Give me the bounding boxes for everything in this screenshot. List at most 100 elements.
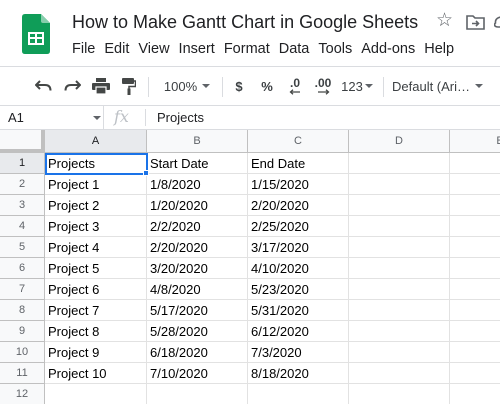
- cell-e9[interactable]: [450, 321, 500, 342]
- cell-a12[interactable]: [45, 384, 147, 404]
- cell-d11[interactable]: [349, 363, 450, 384]
- column-header-b[interactable]: B: [147, 130, 248, 153]
- menu-format[interactable]: Format: [224, 41, 279, 57]
- cell-a6[interactable]: Project 5: [45, 258, 147, 279]
- cell-e10[interactable]: [450, 342, 500, 363]
- row-header-2[interactable]: 2: [0, 174, 45, 195]
- menu-add-ons[interactable]: Add-ons: [361, 41, 424, 57]
- menu-insert[interactable]: Insert: [179, 41, 224, 57]
- star-icon[interactable]: ☆: [436, 11, 453, 30]
- cell-d8[interactable]: [349, 300, 450, 321]
- select-all-corner[interactable]: [0, 130, 45, 153]
- zoom-select[interactable]: 100%: [156, 67, 218, 105]
- cell-b10[interactable]: 6/18/2020: [147, 342, 248, 363]
- row-header-3[interactable]: 3: [0, 195, 45, 216]
- cell-b4[interactable]: 2/2/2020: [147, 216, 248, 237]
- cell-d9[interactable]: [349, 321, 450, 342]
- currency-format-button[interactable]: $: [229, 67, 249, 105]
- increase-decimal-button[interactable]: .00: [309, 67, 337, 105]
- cell-d1[interactable]: [349, 153, 450, 174]
- cell-d12[interactable]: [349, 384, 450, 404]
- cell-c2[interactable]: 1/15/2020: [248, 174, 349, 195]
- print-button[interactable]: [88, 67, 114, 105]
- column-header-c[interactable]: C: [248, 130, 349, 153]
- menu-edit[interactable]: Edit: [104, 41, 138, 57]
- google-sheets-logo-icon[interactable]: [22, 14, 50, 54]
- cell-a8[interactable]: Project 7: [45, 300, 147, 321]
- cell-a11[interactable]: Project 10: [45, 363, 147, 384]
- row-header-9[interactable]: 9: [0, 321, 45, 342]
- menu-tools[interactable]: Tools: [318, 41, 361, 57]
- percent-format-button[interactable]: %: [256, 67, 278, 105]
- redo-button[interactable]: [59, 67, 85, 105]
- cell-b2[interactable]: 1/8/2020: [147, 174, 248, 195]
- cell-b7[interactable]: 4/8/2020: [147, 279, 248, 300]
- cell-a7[interactable]: Project 6: [45, 279, 147, 300]
- row-header-12[interactable]: 12: [0, 384, 45, 404]
- menu-help[interactable]: Help: [424, 41, 463, 57]
- cell-d7[interactable]: [349, 279, 450, 300]
- cell-c9[interactable]: 6/12/2020: [248, 321, 349, 342]
- document-title[interactable]: How to Make Gantt Chart in Google Sheets: [72, 12, 418, 33]
- cell-b1[interactable]: Start Date: [147, 153, 248, 174]
- cell-d5[interactable]: [349, 237, 450, 258]
- row-header-5[interactable]: 5: [0, 237, 45, 258]
- cell-b6[interactable]: 3/20/2020: [147, 258, 248, 279]
- row-header-4[interactable]: 4: [0, 216, 45, 237]
- cell-a10[interactable]: Project 9: [45, 342, 147, 363]
- cell-a1[interactable]: Projects: [45, 153, 147, 174]
- cell-c11[interactable]: 8/18/2020: [248, 363, 349, 384]
- font-family-select[interactable]: Default (Ari…: [392, 67, 496, 105]
- cell-c10[interactable]: 7/3/2020: [248, 342, 349, 363]
- cell-a2[interactable]: Project 1: [45, 174, 147, 195]
- cell-b3[interactable]: 1/20/2020: [147, 195, 248, 216]
- cell-d2[interactable]: [349, 174, 450, 195]
- menu-data[interactable]: Data: [279, 41, 319, 57]
- row-header-11[interactable]: 11: [0, 363, 45, 384]
- cell-a9[interactable]: Project 8: [45, 321, 147, 342]
- cell-b12[interactable]: [147, 384, 248, 404]
- row-header-6[interactable]: 6: [0, 258, 45, 279]
- cell-b11[interactable]: 7/10/2020: [147, 363, 248, 384]
- undo-button[interactable]: [30, 67, 56, 105]
- cell-e1[interactable]: [450, 153, 500, 174]
- cell-c6[interactable]: 4/10/2020: [248, 258, 349, 279]
- cell-e4[interactable]: [450, 216, 500, 237]
- cell-e8[interactable]: [450, 300, 500, 321]
- cell-a3[interactable]: Project 2: [45, 195, 147, 216]
- cell-e3[interactable]: [450, 195, 500, 216]
- cell-c5[interactable]: 3/17/2020: [248, 237, 349, 258]
- cell-c1[interactable]: End Date: [248, 153, 349, 174]
- cell-c7[interactable]: 5/23/2020: [248, 279, 349, 300]
- cell-b5[interactable]: 2/20/2020: [147, 237, 248, 258]
- cell-c8[interactable]: 5/31/2020: [248, 300, 349, 321]
- cell-a5[interactable]: Project 4: [45, 237, 147, 258]
- cell-e5[interactable]: [450, 237, 500, 258]
- cell-b8[interactable]: 5/17/2020: [147, 300, 248, 321]
- cell-b9[interactable]: 5/28/2020: [147, 321, 248, 342]
- cell-d6[interactable]: [349, 258, 450, 279]
- column-header-e[interactable]: E: [450, 130, 500, 153]
- cell-e7[interactable]: [450, 279, 500, 300]
- formula-input[interactable]: Projects: [157, 110, 204, 125]
- name-box[interactable]: A1: [0, 106, 104, 129]
- cell-c12[interactable]: [248, 384, 349, 404]
- cell-d10[interactable]: [349, 342, 450, 363]
- cell-d3[interactable]: [349, 195, 450, 216]
- column-header-d[interactable]: D: [349, 130, 450, 153]
- cloud-status-icon[interactable]: [494, 14, 500, 30]
- cell-e2[interactable]: [450, 174, 500, 195]
- menu-file[interactable]: File: [72, 41, 104, 57]
- row-header-1[interactable]: 1: [0, 153, 45, 174]
- cell-e6[interactable]: [450, 258, 500, 279]
- decrease-decimal-button[interactable]: .0: [282, 67, 308, 105]
- cell-e12[interactable]: [450, 384, 500, 404]
- column-header-a[interactable]: A: [45, 130, 147, 153]
- move-to-folder-icon[interactable]: [466, 14, 485, 30]
- row-header-8[interactable]: 8: [0, 300, 45, 321]
- more-formats-button[interactable]: 123: [338, 67, 376, 105]
- cell-c4[interactable]: 2/25/2020: [248, 216, 349, 237]
- row-header-10[interactable]: 10: [0, 342, 45, 363]
- menu-view[interactable]: View: [138, 41, 178, 57]
- cell-c3[interactable]: 2/20/2020: [248, 195, 349, 216]
